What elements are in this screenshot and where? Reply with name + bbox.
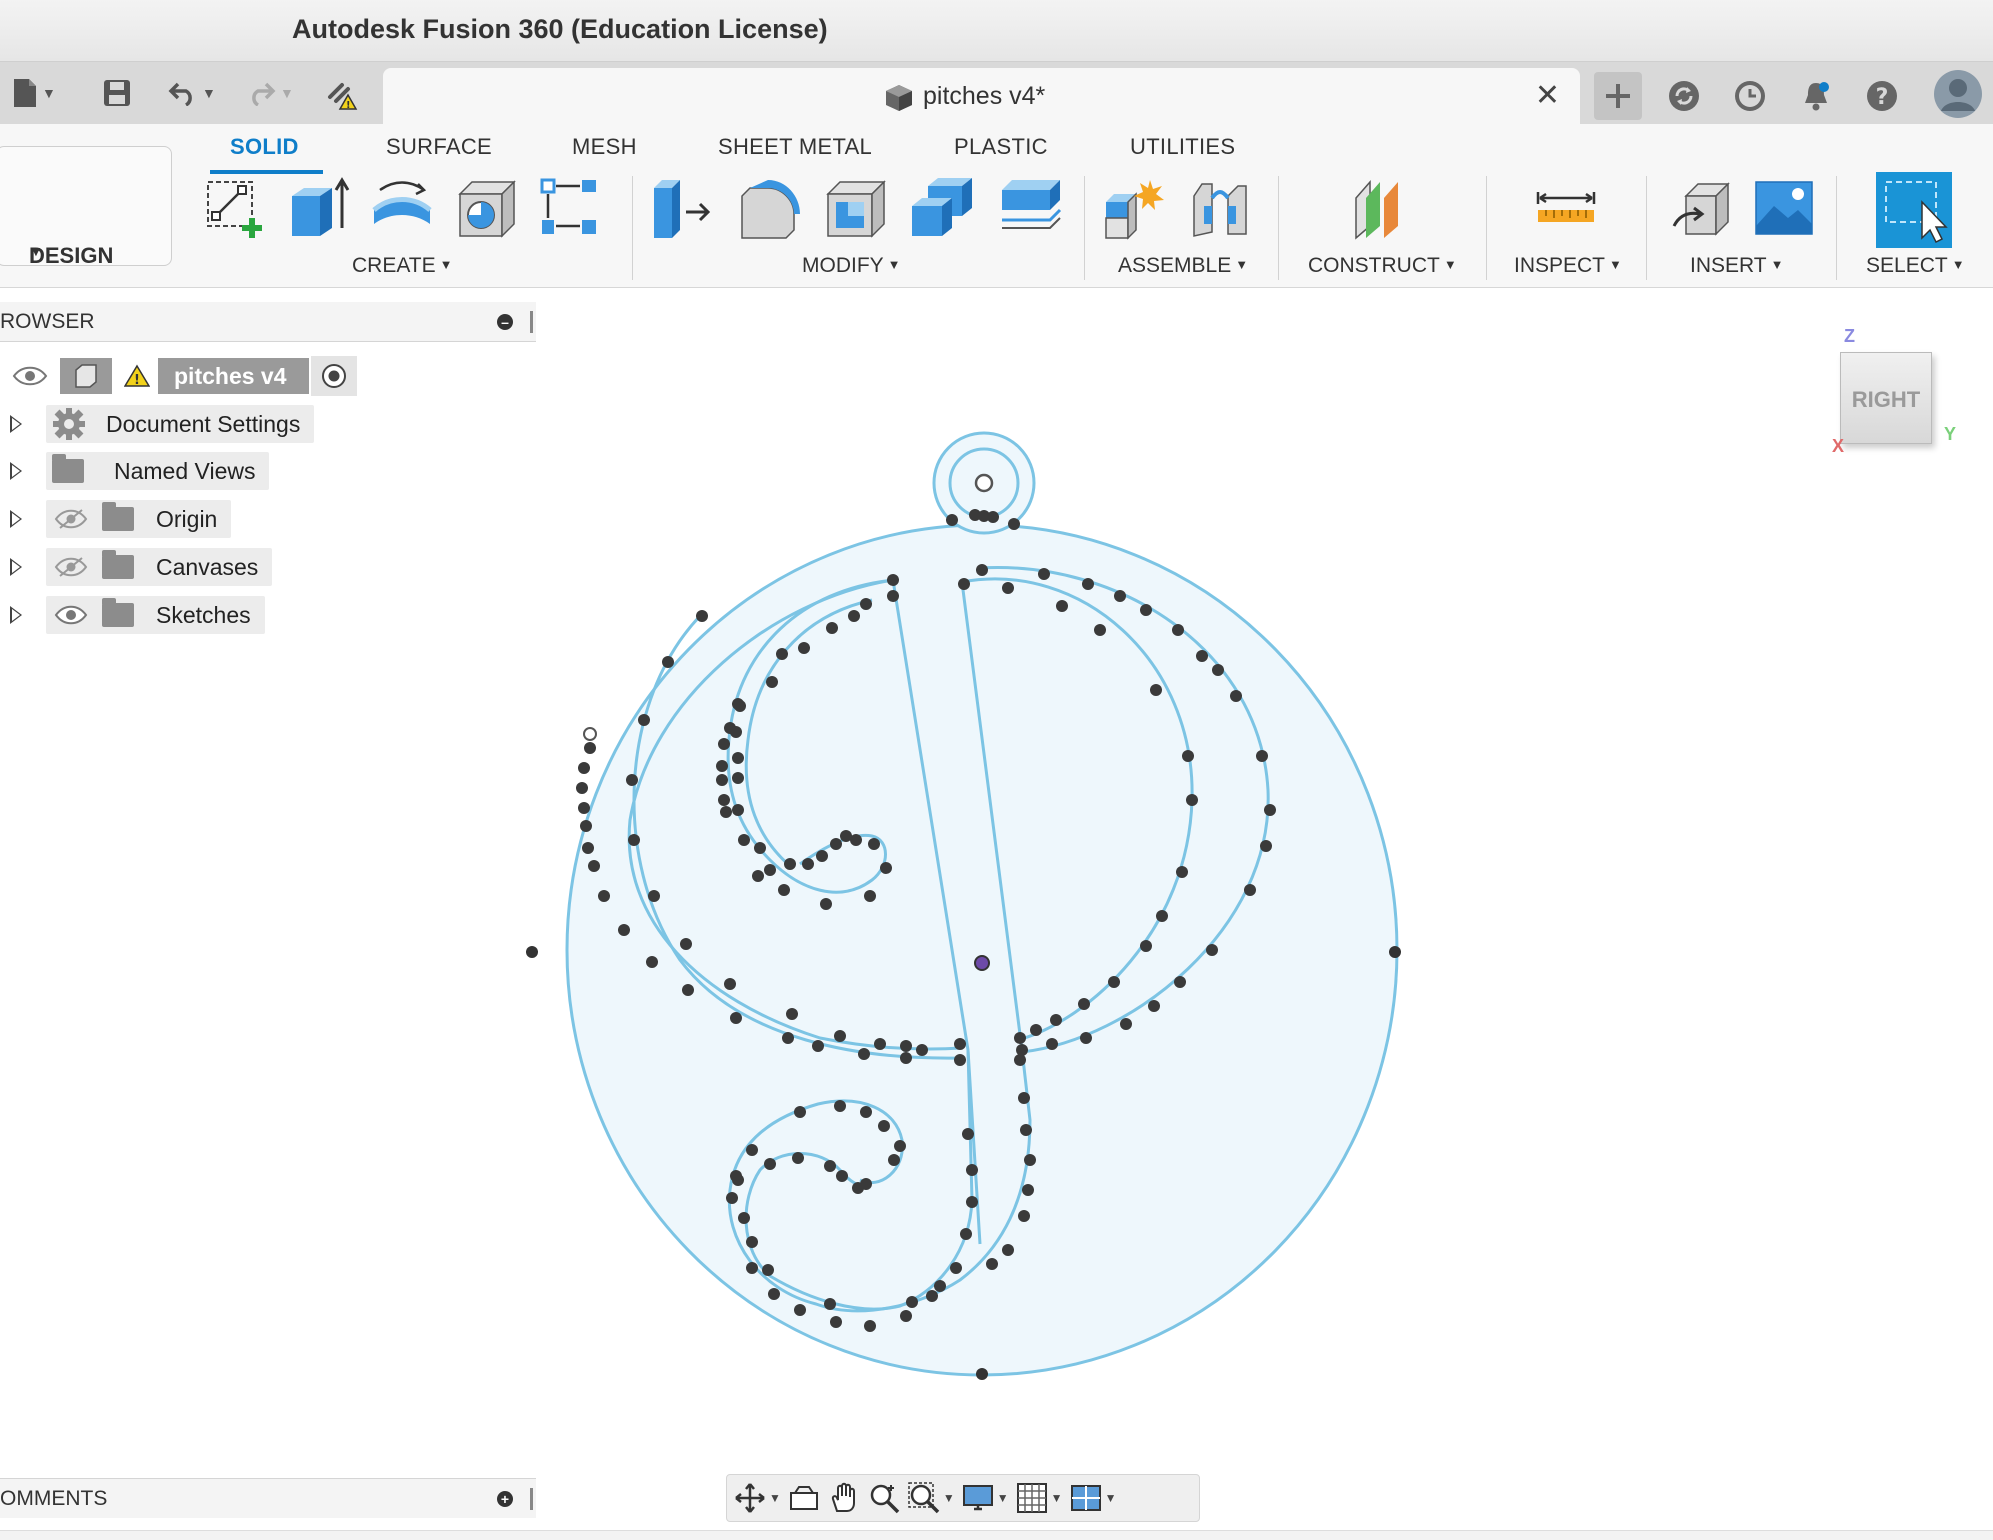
- browser-item-label: Sketches: [156, 601, 251, 628]
- eye-hidden-icon[interactable]: [54, 508, 88, 530]
- axis-x-label: X: [1832, 436, 1845, 456]
- eye-hidden-icon[interactable]: [54, 556, 88, 578]
- collapse-panel-icon[interactable]: –: [497, 314, 513, 330]
- svg-text:!: !: [134, 373, 140, 388]
- browser-item-label: Named Views: [114, 457, 256, 484]
- zoom-window-icon: [908, 1482, 940, 1514]
- grid-icon: [1016, 1483, 1047, 1513]
- warning-icon: !: [124, 364, 150, 388]
- viewports-button[interactable]: ▼: [1069, 1481, 1117, 1515]
- expand-panel-icon[interactable]: +: [497, 1491, 513, 1507]
- browser-item-origin[interactable]: Origin: [46, 500, 232, 538]
- zoom-button[interactable]: [867, 1481, 901, 1515]
- browser-item-document-settings[interactable]: Document Settings: [46, 405, 315, 443]
- look-at-icon: [789, 1486, 818, 1510]
- orbit-icon: [735, 1483, 765, 1513]
- browser-item-sketches[interactable]: Sketches: [46, 596, 265, 634]
- look-at-button[interactable]: [787, 1481, 821, 1515]
- browser-item-label: Document Settings: [106, 410, 301, 437]
- browser-title: ROWSER: [0, 310, 95, 333]
- panel-resize-handle[interactable]: [530, 311, 533, 333]
- status-strip: [0, 1530, 1993, 1540]
- view-cube[interactable]: Z RIGHT X Y: [1832, 326, 1962, 456]
- zoom-icon: [870, 1484, 900, 1514]
- display-settings-button[interactable]: ▼: [961, 1481, 1009, 1515]
- axis-y-label: Y: [1944, 424, 1957, 444]
- chevron-down-icon: ▼: [942, 1491, 955, 1505]
- activate-component-button[interactable]: [310, 356, 357, 396]
- pan-button[interactable]: [827, 1481, 861, 1515]
- navigation-bar: ▼ ▼ ▼ ▼ ▼: [726, 1474, 1200, 1522]
- expand-triangle-icon[interactable]: [10, 510, 22, 528]
- viewports-icon: [1070, 1485, 1101, 1511]
- axis-z-label: Z: [1844, 326, 1855, 346]
- hand-icon: [831, 1482, 855, 1512]
- expand-triangle-icon[interactable]: [10, 415, 22, 433]
- chevron-down-icon: ▼: [1050, 1491, 1063, 1505]
- chevron-down-icon: ▼: [769, 1491, 781, 1505]
- eye-icon[interactable]: [12, 365, 48, 387]
- browser-root-item[interactable]: ! pitches v4: [12, 356, 357, 396]
- browser-item-label: Canvases: [156, 553, 259, 580]
- expand-triangle-icon[interactable]: [10, 558, 22, 576]
- orbit-button[interactable]: ▼: [733, 1481, 781, 1515]
- browser-item-named-views[interactable]: Named Views: [46, 452, 270, 490]
- folder-icon: [52, 454, 84, 483]
- expand-triangle-icon[interactable]: [10, 462, 22, 480]
- zoom-window-button[interactable]: ▼: [907, 1481, 955, 1515]
- browser-panel-header: ROWSER –: [0, 302, 536, 342]
- comments-title: OMMENTS: [0, 1487, 108, 1510]
- design-canvas[interactable]: [0, 0, 1993, 1540]
- browser-root-label: pitches v4: [158, 358, 309, 394]
- component-icon: [60, 358, 112, 394]
- chevron-down-icon: ▼: [1104, 1491, 1117, 1505]
- eye-icon[interactable]: [54, 604, 88, 626]
- panel-resize-handle[interactable]: [530, 1488, 533, 1510]
- radio-active-icon: [321, 364, 346, 388]
- grid-settings-button[interactable]: ▼: [1015, 1481, 1063, 1515]
- folder-icon: [102, 550, 134, 579]
- expand-triangle-icon[interactable]: [10, 606, 22, 624]
- monitor-icon: [962, 1485, 993, 1511]
- folder-icon: [102, 598, 134, 627]
- chevron-down-icon: ▼: [996, 1491, 1009, 1505]
- view-cube-face-label: RIGHT: [1851, 387, 1921, 412]
- browser-item-label: Origin: [156, 505, 218, 532]
- folder-icon: [102, 502, 134, 531]
- gear-icon: [53, 408, 85, 440]
- comments-panel-header: OMMENTS +: [0, 1478, 536, 1518]
- browser-item-canvases[interactable]: Canvases: [46, 548, 273, 586]
- view-cube-face[interactable]: RIGHT: [1840, 352, 1932, 444]
